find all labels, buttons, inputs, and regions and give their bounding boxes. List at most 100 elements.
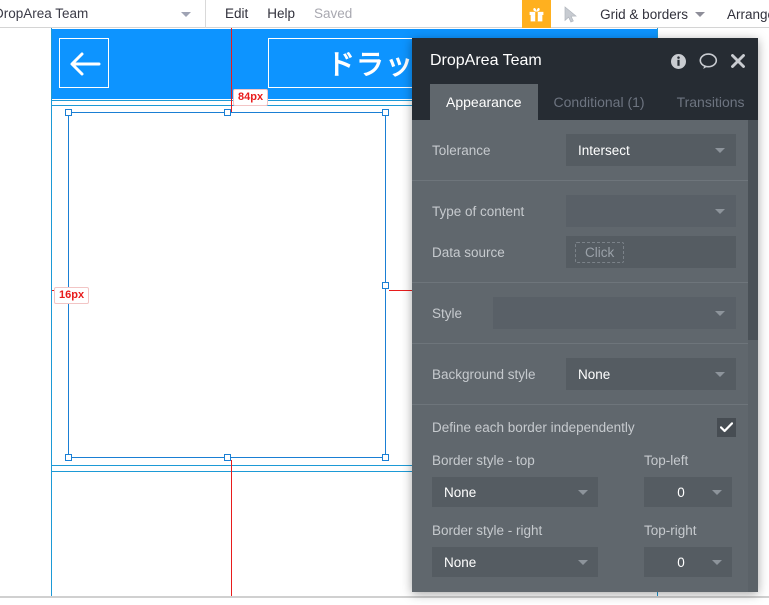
measurement-badge-left: 16px [54, 287, 90, 304]
top-left-dropdown[interactable]: 0 [644, 477, 732, 507]
resize-handle-se[interactable] [382, 454, 389, 461]
dialog-body[interactable]: Tolerance Intersect Type of content Data… [412, 120, 758, 592]
chevron-down-icon[interactable] [712, 490, 722, 495]
cursor-arrow-icon[interactable] [564, 5, 578, 23]
top-right-value: 0 [677, 554, 685, 570]
close-icon[interactable] [730, 53, 746, 69]
top-toolbar: DropArea Team Edit Help Saved Grid & bor… [0, 0, 769, 28]
menu-grid-and-borders[interactable]: Grid & borders [600, 7, 705, 22]
top-right-label: Top-right [644, 523, 697, 538]
border-style-top-group: Border style - top None [432, 453, 644, 507]
tab-transitions-label: Transitions [676, 94, 745, 110]
dialog-header-icons [670, 52, 746, 70]
top-toolbar-right: Grid & borders Arrange [522, 0, 769, 28]
top-left-label: Top-left [644, 453, 689, 468]
resize-handle-n[interactable] [224, 109, 231, 116]
section-content: Type of content Data source Click [412, 181, 758, 283]
data-source-label: Data source [432, 244, 505, 260]
comment-bubble-icon[interactable] [699, 52, 718, 70]
tolerance-dropdown[interactable]: Intersect [566, 134, 736, 166]
grid-borders-label: Grid & borders [600, 6, 688, 22]
dialog-title: DropArea Team [430, 52, 542, 69]
measurement-badge-top: 84px [233, 89, 269, 106]
border-right-value: None [444, 554, 477, 570]
field-data-source: Data source Click [432, 236, 736, 268]
chevron-down-icon[interactable] [578, 560, 588, 565]
field-style: Style [432, 297, 736, 329]
chevron-down-icon[interactable] [715, 311, 725, 316]
app-name-label: DropArea Team [0, 6, 89, 21]
section-borders: Define each border independently Border … [412, 405, 758, 587]
tab-appearance-label: Appearance [446, 94, 522, 110]
border-top-dropdown[interactable]: None [432, 477, 598, 507]
canvas-bottom-edge [0, 596, 769, 598]
data-source-placeholder: Click [575, 241, 625, 263]
top-right-dropdown[interactable]: 0 [644, 547, 732, 577]
section-style: Style [412, 283, 758, 344]
chevron-down-icon[interactable] [578, 490, 588, 495]
border-row-top: Border style - top None Top-left 0 [432, 453, 736, 507]
canvas-rule-v1 [51, 28, 52, 598]
border-right-dropdown[interactable]: None [432, 547, 598, 577]
border-row-right: Border style - right None Top-right 0 [432, 523, 736, 577]
define-borders-label: Define each border independently [432, 420, 635, 435]
section-background: Background style None [412, 344, 758, 405]
chevron-down-icon[interactable] [694, 11, 705, 17]
style-label: Style [432, 305, 463, 321]
resize-handle-sw[interactable] [65, 454, 72, 461]
alignment-guide-vertical-bottom [231, 460, 232, 598]
dialog-header[interactable]: DropArea Team [412, 38, 758, 84]
top-left-value: 0 [677, 484, 685, 500]
chevron-down-icon[interactable] [715, 372, 725, 377]
chevron-down-icon[interactable] [181, 11, 191, 17]
top-left-radius-group: Top-left 0 [644, 453, 736, 507]
arrange-label: Arrange [726, 6, 769, 22]
field-background-style: Background style None [432, 358, 736, 390]
background-style-dropdown[interactable]: None [566, 358, 736, 390]
background-style-label: Background style [432, 366, 536, 382]
property-editor-dialog[interactable]: DropArea Team Appearance Conditional (1)… [412, 38, 758, 592]
style-dropdown[interactable] [493, 297, 736, 329]
define-borders-checkbox[interactable] [717, 418, 736, 437]
arrow-left-icon [60, 39, 110, 89]
section-tolerance: Tolerance Intersect [412, 120, 758, 181]
selected-element-box[interactable] [65, 109, 389, 461]
tab-conditional-label: Conditional (1) [553, 94, 645, 110]
tolerance-label: Tolerance [432, 142, 491, 158]
tab-appearance[interactable]: Appearance [430, 84, 538, 120]
back-button[interactable] [59, 38, 109, 88]
type-of-content-dropdown[interactable] [566, 195, 736, 227]
chevron-down-icon[interactable] [715, 209, 725, 214]
type-of-content-label: Type of content [432, 203, 525, 219]
gift-icon[interactable] [522, 0, 552, 28]
app-root: DropArea Team Edit Help Saved Grid & bor… [0, 0, 769, 605]
top-right-radius-group: Top-right 0 [644, 523, 736, 577]
menu-arrange[interactable]: Arrange [727, 7, 769, 22]
app-selector[interactable]: DropArea Team [0, 0, 206, 28]
dialog-scrollbar-thumb[interactable] [748, 120, 758, 340]
border-top-value: None [444, 484, 477, 500]
field-type-of-content: Type of content [432, 195, 736, 227]
tab-conditional[interactable]: Conditional (1) [538, 84, 661, 120]
tolerance-value: Intersect [578, 142, 630, 158]
resize-handle-ne[interactable] [382, 109, 389, 116]
border-top-label: Border style - top [432, 453, 535, 468]
dialog-tabs: Appearance Conditional (1) Transitions [412, 84, 758, 120]
field-define-borders[interactable]: Define each border independently [432, 418, 736, 437]
border-right-label: Border style - right [432, 523, 543, 538]
alignment-guide-vertical-top [231, 28, 232, 112]
background-style-value: None [578, 366, 611, 382]
dialog-scrollbar[interactable] [748, 120, 758, 592]
chevron-down-icon[interactable] [712, 560, 722, 565]
resize-handle-nw[interactable] [65, 109, 72, 116]
data-source-input[interactable]: Click [566, 236, 736, 268]
info-icon[interactable] [670, 53, 687, 70]
tab-transitions[interactable]: Transitions [661, 84, 758, 120]
menu-edit[interactable]: Edit [225, 0, 248, 28]
menu-help[interactable]: Help [267, 0, 295, 28]
border-style-right-group: Border style - right None [432, 523, 644, 577]
saved-status-label: Saved [314, 5, 353, 21]
chevron-down-icon[interactable] [715, 148, 725, 153]
resize-handle-s[interactable] [224, 454, 231, 461]
resize-handle-e[interactable] [382, 282, 389, 289]
